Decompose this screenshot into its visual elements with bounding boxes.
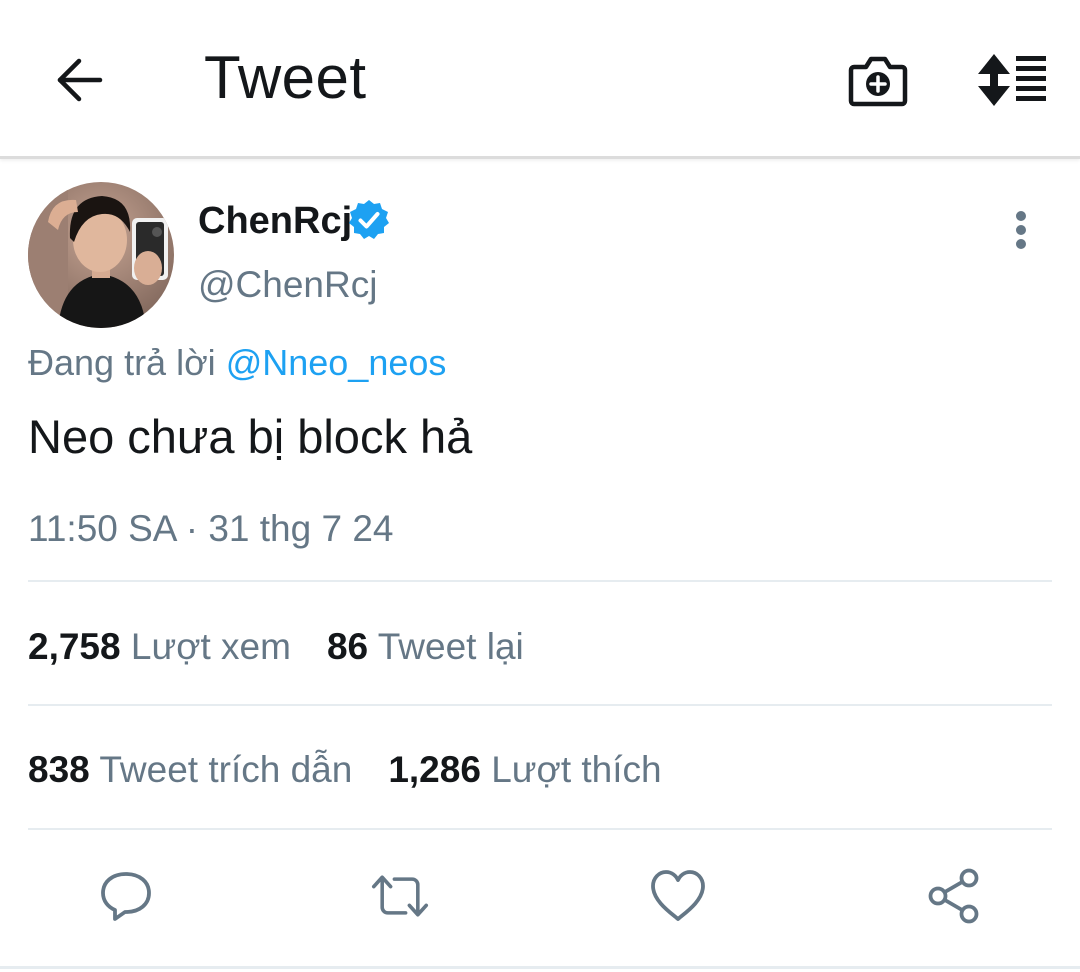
views-count: 2,758 (28, 626, 121, 667)
page-title: Tweet (204, 44, 367, 111)
stats-row-primary: 2,758 Lượt xem 86 Tweet lại (28, 624, 524, 670)
reply-button[interactable] (96, 866, 156, 926)
sort-order-icon (978, 54, 1046, 106)
author-handle[interactable]: @ChenRcj (198, 262, 377, 308)
retweets-stat[interactable]: 86 Tweet lại (327, 626, 524, 667)
more-options-button[interactable] (1000, 206, 1042, 254)
reply-icon (101, 872, 151, 921)
reply-prefix-label: Đang trả lời (28, 342, 216, 383)
share-button[interactable] (924, 866, 984, 926)
reply-to-link[interactable]: @Nneo_neos (226, 342, 447, 383)
top-app-bar: Tweet (0, 0, 1080, 159)
like-icon (651, 870, 705, 921)
back-button[interactable] (44, 44, 114, 116)
likes-stat[interactable]: 1,286 Lượt thích (388, 749, 661, 790)
likes-label: Lượt thích (491, 749, 662, 790)
divider (28, 580, 1052, 582)
camera-button[interactable] (840, 44, 916, 116)
back-arrow-icon (57, 58, 103, 102)
profile-photo-icon (28, 182, 174, 328)
bottom-divider (0, 966, 1080, 969)
retweets-count: 86 (326, 626, 369, 667)
quotes-count: 838 (28, 749, 90, 790)
likes-count: 1,286 (388, 749, 481, 790)
camera-plus-icon (848, 56, 908, 107)
views-stat[interactable]: 2,758 Lượt xem (28, 626, 291, 667)
divider (28, 828, 1052, 830)
author-display-name[interactable]: ChenRcj (198, 198, 352, 244)
reply-context: Đang trả lời @Nneo_neos (28, 340, 446, 386)
divider (28, 704, 1052, 706)
retweet-icon (371, 875, 429, 917)
more-vertical-icon (1016, 211, 1026, 249)
retweet-button[interactable] (370, 866, 430, 926)
like-button[interactable] (648, 866, 708, 926)
tweet-text: Neo chưa bị block hả (28, 410, 473, 463)
views-label: Lượt xem (130, 626, 291, 667)
share-icon (928, 868, 979, 924)
tweet-timestamp: 11:50 SA · 31 thg 7 24 (28, 508, 394, 549)
quotes-label: Tweet trích dẫn (99, 749, 353, 790)
quotes-stat[interactable]: 838 Tweet trích dẫn (28, 749, 352, 790)
avatar[interactable] (28, 182, 174, 328)
sort-button[interactable] (972, 44, 1052, 116)
retweets-label: Tweet lại (377, 626, 524, 667)
verified-badge-icon (349, 200, 389, 239)
stats-row-secondary: 838 Tweet trích dẫn 1,286 Lượt thích (28, 747, 662, 793)
